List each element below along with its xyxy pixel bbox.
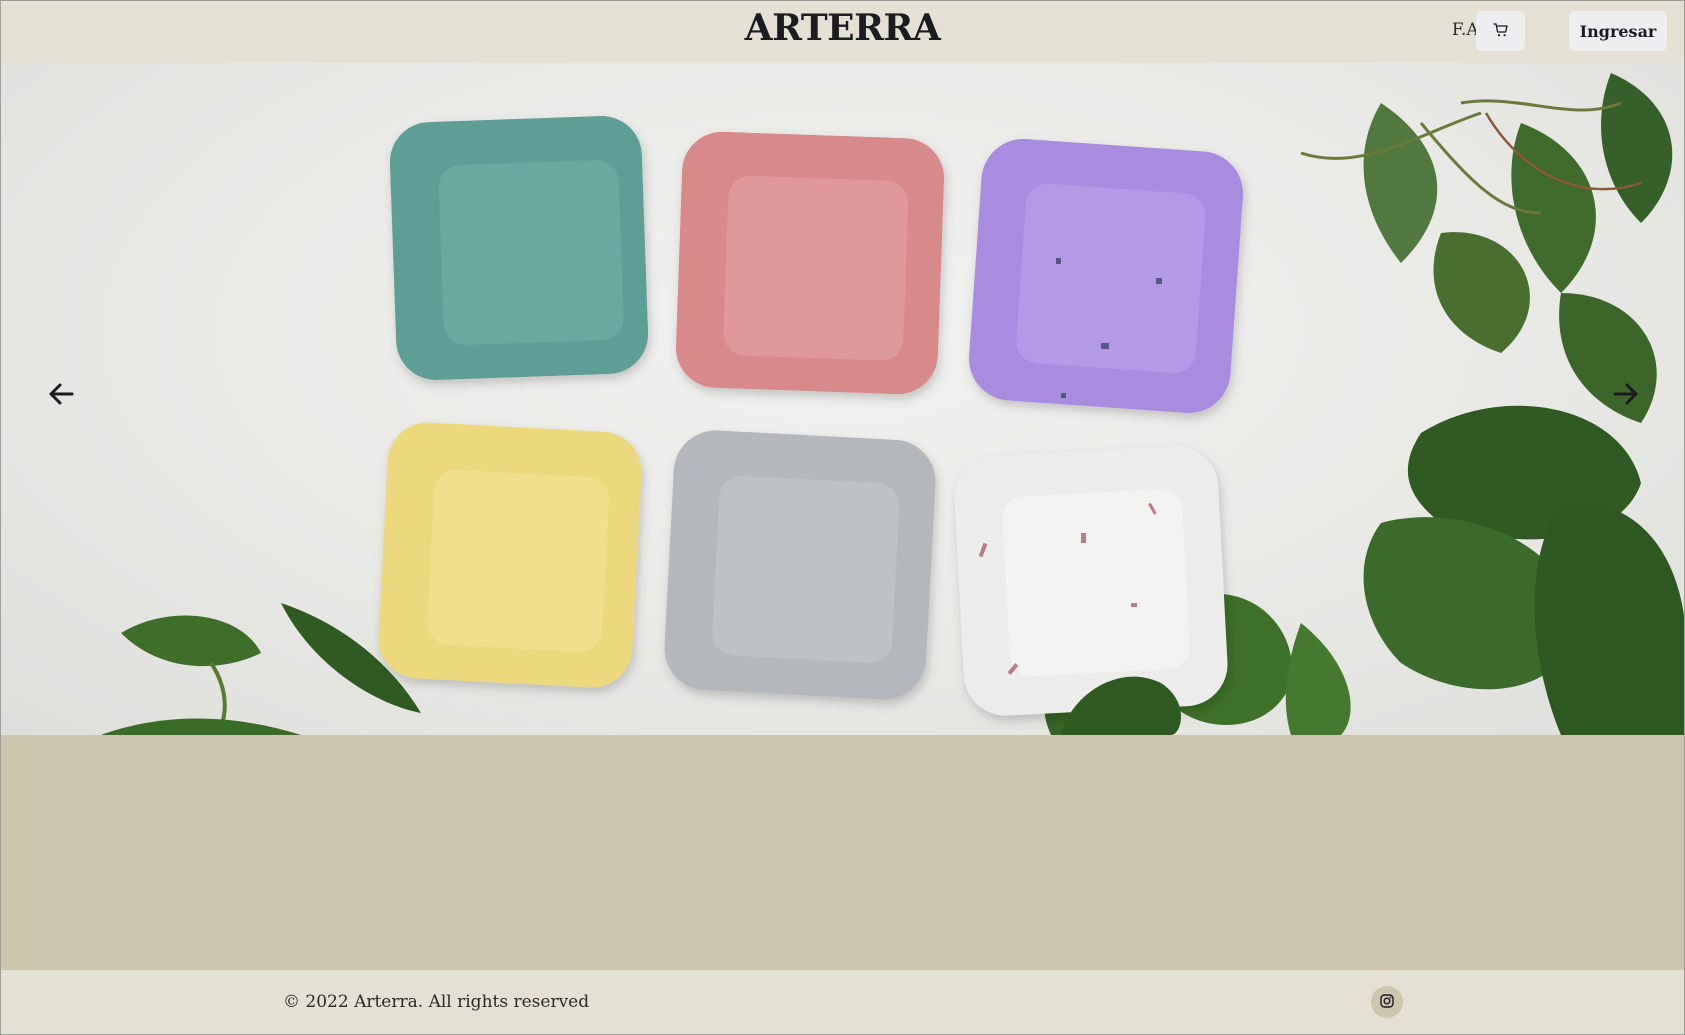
login-button[interactable]: Ingresar xyxy=(1569,11,1667,51)
arrow-left-icon xyxy=(48,382,74,409)
instagram-button[interactable] xyxy=(1371,986,1403,1018)
cart-button[interactable] xyxy=(1476,11,1525,51)
arrow-right-icon xyxy=(1613,382,1639,409)
site-logo[interactable]: ARTERRA xyxy=(1,7,1684,49)
carousel-slide-image xyxy=(101,73,1684,735)
cart-icon xyxy=(1492,22,1509,41)
top-header: ARTERRA F.A.Q Ingresar xyxy=(1,1,1684,63)
carousel-next-button[interactable] xyxy=(1606,375,1646,415)
hero-carousel xyxy=(1,63,1684,735)
footer: © 2022 Arterra. All rights reserved xyxy=(1,970,1684,1034)
carousel-prev-button[interactable] xyxy=(41,375,81,415)
content-area xyxy=(1,735,1684,970)
page-frame: ARTERRA F.A.Q Ingresar © 2022 Arterra. A… xyxy=(0,0,1685,1035)
instagram-icon xyxy=(1380,993,1394,1011)
copyright-text: © 2022 Arterra. All rights reserved xyxy=(283,992,590,1012)
